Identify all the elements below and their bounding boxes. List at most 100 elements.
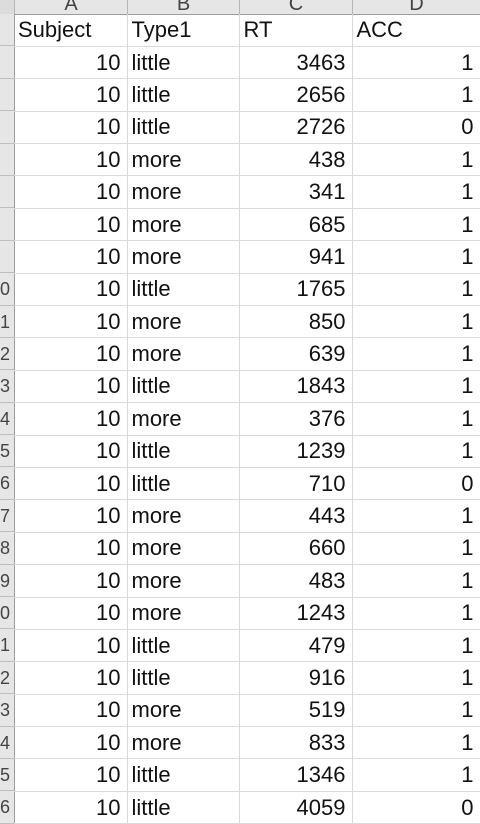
cell-rt[interactable]: 519 <box>239 694 353 728</box>
cell-type1[interactable]: little <box>127 273 240 307</box>
cell-type1[interactable]: more <box>127 175 240 209</box>
cell-type1[interactable]: more <box>127 532 240 566</box>
cell-subject[interactable]: 10 <box>14 46 128 80</box>
row-number[interactable] <box>0 111 14 144</box>
cell-rt[interactable]: 2726 <box>239 111 353 145</box>
row-number[interactable] <box>0 14 14 47</box>
row-number[interactable]: 4 <box>0 727 14 759</box>
cell-acc[interactable]: 1 <box>352 208 480 242</box>
row-number[interactable]: 9 <box>0 565 14 598</box>
cell-rt[interactable]: 833 <box>239 726 353 760</box>
cell-subject[interactable]: 10 <box>14 532 128 566</box>
cell-type1[interactable]: little <box>127 661 240 695</box>
cell-subject[interactable]: 10 <box>14 208 128 242</box>
cell-type1[interactable]: little <box>127 435 240 468</box>
cell-type1[interactable]: more <box>127 499 240 533</box>
row-number[interactable]: 5 <box>0 435 14 468</box>
cell-rt[interactable]: 483 <box>239 564 353 598</box>
cell-rt[interactable]: 1243 <box>239 597 353 630</box>
cell-subject[interactable]: 10 <box>14 467 128 501</box>
cell-type1[interactable]: little <box>127 467 240 501</box>
cell-acc[interactable]: 1 <box>352 758 480 792</box>
cell-rt[interactable]: 443 <box>239 499 353 533</box>
cell-type1[interactable]: little <box>127 758 240 792</box>
row-number[interactable]: 6 <box>0 467 14 500</box>
cell-acc[interactable]: 1 <box>352 240 480 274</box>
row-number[interactable] <box>0 208 14 241</box>
cell-type1[interactable]: more <box>127 402 240 436</box>
cell-rt[interactable]: 639 <box>239 337 353 371</box>
header-cell-acc[interactable]: ACC <box>352 14 480 47</box>
cell-type1[interactable]: more <box>127 337 240 371</box>
cell-rt[interactable]: 685 <box>239 208 353 242</box>
cell-acc[interactable]: 0 <box>352 111 480 145</box>
row-number[interactable]: 2 <box>0 338 14 371</box>
cell-acc[interactable]: 1 <box>352 532 480 566</box>
row-number[interactable] <box>0 176 14 209</box>
row-number[interactable]: 1 <box>0 306 14 338</box>
cell-acc[interactable]: 1 <box>352 305 480 339</box>
row-number[interactable] <box>0 241 14 274</box>
cell-acc[interactable]: 0 <box>352 467 480 501</box>
cell-rt[interactable]: 2656 <box>239 78 353 112</box>
cell-type1[interactable]: little <box>127 629 240 663</box>
cell-acc[interactable]: 1 <box>352 564 480 598</box>
cell-subject[interactable]: 10 <box>14 337 128 371</box>
cell-subject[interactable]: 10 <box>14 758 128 792</box>
cell-rt[interactable]: 1843 <box>239 370 353 404</box>
header-cell-rt[interactable]: RT <box>239 14 353 47</box>
row-number[interactable] <box>0 144 14 176</box>
cell-acc[interactable]: 1 <box>352 499 480 533</box>
cell-subject[interactable]: 10 <box>14 726 128 760</box>
row-number[interactable] <box>0 79 14 112</box>
cell-rt[interactable]: 1239 <box>239 435 353 468</box>
cell-subject[interactable]: 10 <box>14 661 128 695</box>
cell-rt[interactable]: 941 <box>239 240 353 274</box>
cell-subject[interactable]: 10 <box>14 791 128 824</box>
column-header-c[interactable]: C <box>240 0 353 14</box>
cell-type1[interactable]: more <box>127 208 240 242</box>
cell-rt[interactable]: 438 <box>239 143 353 177</box>
cell-acc[interactable]: 1 <box>352 694 480 728</box>
cell-rt[interactable]: 341 <box>239 175 353 209</box>
cell-type1[interactable]: more <box>127 694 240 728</box>
cell-acc[interactable]: 1 <box>352 46 480 80</box>
cell-type1[interactable]: more <box>127 597 240 630</box>
cell-type1[interactable]: more <box>127 564 240 598</box>
cell-acc[interactable]: 1 <box>352 402 480 436</box>
header-cell-type1[interactable]: Type1 <box>127 14 240 47</box>
cell-subject[interactable]: 10 <box>14 370 128 404</box>
row-number[interactable]: 0 <box>0 597 14 630</box>
cell-subject[interactable]: 10 <box>14 499 128 533</box>
cell-acc[interactable]: 1 <box>352 435 480 468</box>
cell-type1[interactable]: more <box>127 305 240 339</box>
column-header-d[interactable]: D <box>353 0 480 14</box>
cell-acc[interactable]: 1 <box>352 370 480 404</box>
cell-acc[interactable]: 1 <box>352 629 480 663</box>
row-number[interactable]: 1 <box>0 629 14 662</box>
row-number[interactable]: 3 <box>0 370 14 403</box>
cell-subject[interactable]: 10 <box>14 240 128 274</box>
cell-type1[interactable]: little <box>127 370 240 404</box>
cell-acc[interactable]: 1 <box>352 337 480 371</box>
cell-subject[interactable]: 10 <box>14 111 128 145</box>
cell-subject[interactable]: 10 <box>14 402 128 436</box>
column-header-a[interactable]: A <box>15 0 128 14</box>
cell-rt[interactable]: 1765 <box>239 273 353 307</box>
row-number[interactable]: 3 <box>0 694 14 727</box>
cell-acc[interactable]: 1 <box>352 597 480 630</box>
cell-type1[interactable]: more <box>127 143 240 177</box>
cell-subject[interactable]: 10 <box>14 597 128 630</box>
cell-acc[interactable]: 1 <box>352 726 480 760</box>
cell-subject[interactable]: 10 <box>14 564 128 598</box>
row-number[interactable] <box>0 46 14 79</box>
cell-rt[interactable]: 916 <box>239 661 353 695</box>
header-cell-subject[interactable]: Subject <box>14 14 128 47</box>
cell-rt[interactable]: 850 <box>239 305 353 339</box>
cell-subject[interactable]: 10 <box>14 78 128 112</box>
cell-rt[interactable]: 376 <box>239 402 353 436</box>
cell-rt[interactable]: 660 <box>239 532 353 566</box>
select-all-corner[interactable] <box>0 0 15 14</box>
row-number[interactable]: 8 <box>0 532 14 565</box>
cell-rt[interactable]: 1346 <box>239 758 353 792</box>
